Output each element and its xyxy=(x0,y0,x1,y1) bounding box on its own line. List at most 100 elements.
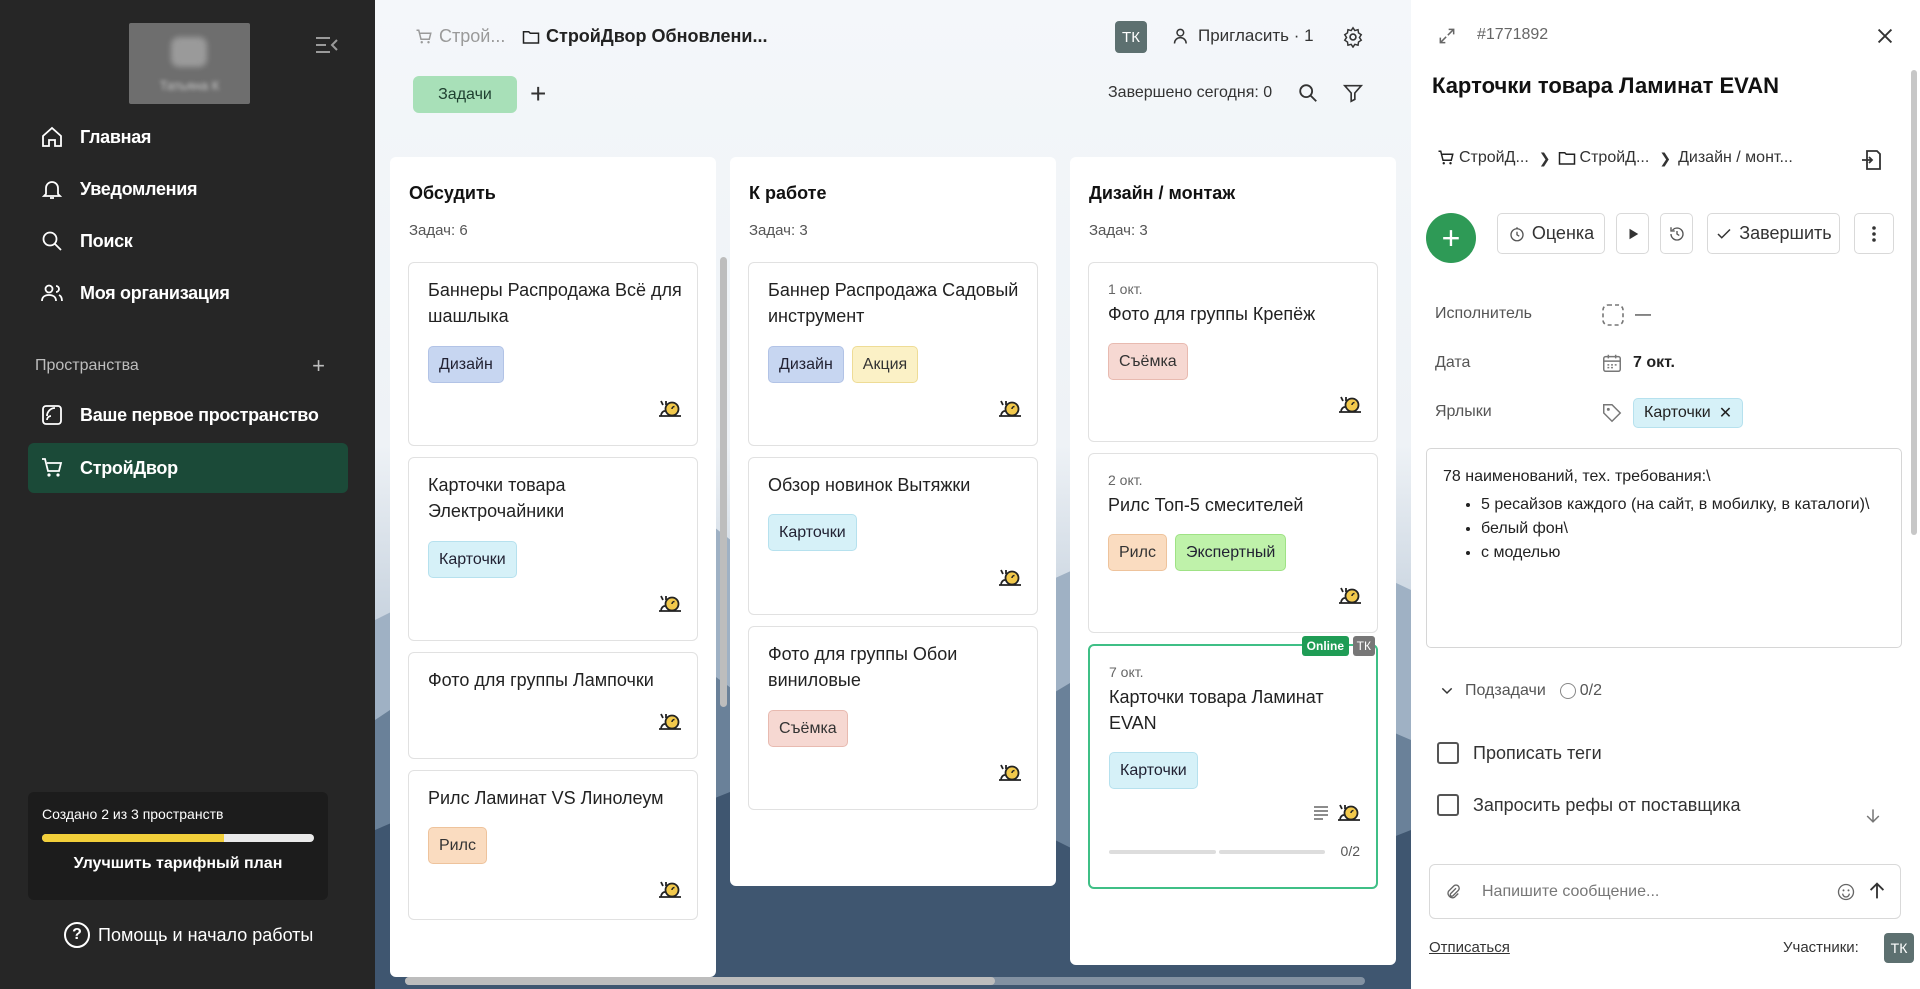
subtasks-toggle[interactable]: Подзадачи 0/2 xyxy=(1439,682,1602,700)
detail-scrollbar[interactable] xyxy=(1911,70,1917,535)
complete-button[interactable]: Завершить xyxy=(1707,213,1840,254)
tag-action[interactable]: Акция xyxy=(851,346,919,383)
tag-design[interactable]: Дизайн xyxy=(428,346,504,383)
invite-button[interactable]: Пригласить · 1 xyxy=(1172,26,1314,46)
attach-icon[interactable] xyxy=(1444,883,1462,906)
unsubscribe-link[interactable]: Отписаться xyxy=(1429,939,1510,956)
member-avatar[interactable]: ТК xyxy=(1884,933,1914,963)
expand-icon[interactable] xyxy=(1437,26,1457,51)
breadcrumb-space[interactable]: СтройД... xyxy=(1437,149,1529,167)
history-button[interactable] xyxy=(1660,213,1693,254)
spaces-title: Пространства xyxy=(35,357,139,374)
task-card[interactable]: Обзор новинок Вытяжки Карточки xyxy=(748,457,1038,615)
space-item-first[interactable]: Ваше первое пространство xyxy=(28,390,348,440)
settings-gear-icon[interactable] xyxy=(1342,26,1364,53)
subtask-label[interactable]: Запросить рефы от поставщика xyxy=(1473,795,1740,816)
collapse-sidebar-icon[interactable] xyxy=(314,34,340,56)
card-title: Обзор новинок Вытяжки xyxy=(768,475,971,495)
nav-item-organization[interactable]: Моя организация xyxy=(28,267,348,319)
tag-shoot[interactable]: Съёмка xyxy=(768,710,848,747)
description-item: с моделью xyxy=(1481,541,1885,565)
subtask-checkbox[interactable] xyxy=(1437,794,1459,816)
space-item-stroydvor[interactable]: СтройДвор xyxy=(28,443,348,493)
task-card[interactable]: Баннеры Распродажа Всё для шашлыка Дизай… xyxy=(408,262,698,446)
upgrade-plan-button[interactable]: Улучшить тарифный план xyxy=(42,855,314,873)
breadcrumb-project[interactable]: СтройДвор Обновлени... xyxy=(522,26,767,47)
task-card[interactable]: Рилс Ламинат VS Линолеум Рилс xyxy=(408,770,698,920)
user-avatar-badge[interactable]: ТК xyxy=(1115,21,1147,53)
tag-expert[interactable]: Экспертный xyxy=(1174,534,1287,571)
task-card[interactable]: Карточки товара Электрочайники Карточки xyxy=(408,457,698,641)
breadcrumb-space[interactable]: Строй... xyxy=(415,26,505,47)
date-label: Дата xyxy=(1435,354,1471,371)
tag-cards[interactable]: Карточки xyxy=(768,514,857,551)
board-search-icon[interactable] xyxy=(1297,82,1319,109)
spaces-list: Ваше первое пространство СтройДвор xyxy=(28,390,348,496)
scroll-down-icon[interactable] xyxy=(1863,806,1883,831)
board-horizontal-scrollbar[interactable] xyxy=(405,977,1365,985)
description-item: белый фон\ xyxy=(1481,517,1885,541)
cart-icon xyxy=(1438,150,1454,165)
user-avatar[interactable]: Татьяна К xyxy=(129,23,250,104)
help-link[interactable]: ? Помощь и начало работы xyxy=(64,922,313,948)
tag-cards[interactable]: Карточки xyxy=(428,541,517,578)
task-card[interactable]: 1 окт. Фото для группы Крепёж Съёмка xyxy=(1088,262,1378,442)
breadcrumb-project[interactable]: СтройД... xyxy=(1558,149,1649,167)
tag-design[interactable]: Дизайн xyxy=(768,346,844,383)
card-date: 2 окт. xyxy=(1108,472,1143,488)
snail-icon xyxy=(1339,587,1361,604)
task-card[interactable]: Фото для группы Лампочки xyxy=(408,652,698,759)
space-item-label: СтройДвор xyxy=(80,457,178,478)
subtask-progress-bar xyxy=(1109,850,1325,854)
estimate-button[interactable]: Оценка xyxy=(1497,213,1605,254)
task-card-selected[interactable]: Online ТК 7 окт. Карточки товара Ламинат… xyxy=(1088,636,1378,889)
description-item: 5 ресайзов каждого (на сайт, в мобилку, … xyxy=(1481,493,1885,517)
card-title: Фото для группы Крепёж xyxy=(1108,304,1316,324)
add-tab-icon[interactable]: + xyxy=(530,80,546,108)
send-icon[interactable] xyxy=(1866,880,1888,907)
move-task-icon[interactable] xyxy=(1859,148,1883,177)
more-vertical-icon xyxy=(1872,225,1876,242)
tag-reels[interactable]: Рилс xyxy=(1108,534,1167,571)
subtasks-count: 0/2 xyxy=(1579,682,1603,699)
user-placeholder-icon xyxy=(1602,304,1624,326)
subtask-label[interactable]: Прописать теги xyxy=(1473,743,1602,764)
assignee-field[interactable]: — xyxy=(1601,303,1651,327)
breadcrumb-column[interactable]: Дизайн / монт... xyxy=(1678,149,1793,167)
tag-shoot[interactable]: Съёмка xyxy=(1108,343,1188,380)
tag-cards[interactable]: Карточки xyxy=(1109,752,1198,789)
breadcrumb-project-label: СтройДвор Обновлени... xyxy=(546,26,768,46)
close-icon[interactable] xyxy=(1874,25,1896,52)
nav-item-label: Поиск xyxy=(80,230,133,251)
column-scrollbar[interactable] xyxy=(720,257,727,707)
card-tags: Съёмка xyxy=(1108,343,1188,380)
card-date: 1 окт. xyxy=(1108,281,1143,297)
label-tag-cards[interactable]: Карточки ✕ xyxy=(1633,398,1744,428)
emoji-icon[interactable] xyxy=(1836,882,1856,907)
tag-reels[interactable]: Рилс xyxy=(428,827,487,864)
remove-label-icon[interactable]: ✕ xyxy=(1719,403,1732,423)
play-button[interactable] xyxy=(1616,213,1649,254)
space-item-label: Ваше первое пространство xyxy=(80,404,319,425)
date-field[interactable]: 7 окт. xyxy=(1601,352,1675,374)
nav-item-notifications[interactable]: Уведомления xyxy=(28,163,348,215)
nav-item-search[interactable]: Поиск xyxy=(28,215,348,267)
task-card[interactable]: Баннер Распродажа Садовый инструмент Диз… xyxy=(748,262,1038,446)
nav-item-home[interactable]: Главная xyxy=(28,111,348,163)
add-action-button[interactable]: + xyxy=(1426,213,1476,263)
more-button[interactable] xyxy=(1854,213,1894,254)
message-input[interactable] xyxy=(1482,877,1812,907)
sidebar: Татьяна К Главная Уведомления Поиск Моя … xyxy=(0,0,375,989)
filter-icon[interactable] xyxy=(1342,82,1364,109)
tab-tasks[interactable]: Задачи xyxy=(413,76,517,113)
labels-field: Карточки ✕ xyxy=(1601,398,1744,428)
subtask-checkbox[interactable] xyxy=(1437,742,1459,764)
spaces-section-header: Пространства + xyxy=(35,355,325,377)
task-title[interactable]: Карточки товара Ламинат EVAN xyxy=(1432,73,1779,99)
snail-icon xyxy=(1338,804,1360,821)
task-card[interactable]: Фото для группы Обои виниловые Съёмка xyxy=(748,626,1038,810)
card-tags: Рилс xyxy=(428,827,487,864)
task-description[interactable]: 78 наименований, тех. требования:\ 5 рес… xyxy=(1426,448,1902,648)
add-space-icon[interactable]: + xyxy=(312,355,325,377)
task-card[interactable]: 2 окт. Рилс Топ-5 смесителей Рилс Экспер… xyxy=(1088,453,1378,633)
